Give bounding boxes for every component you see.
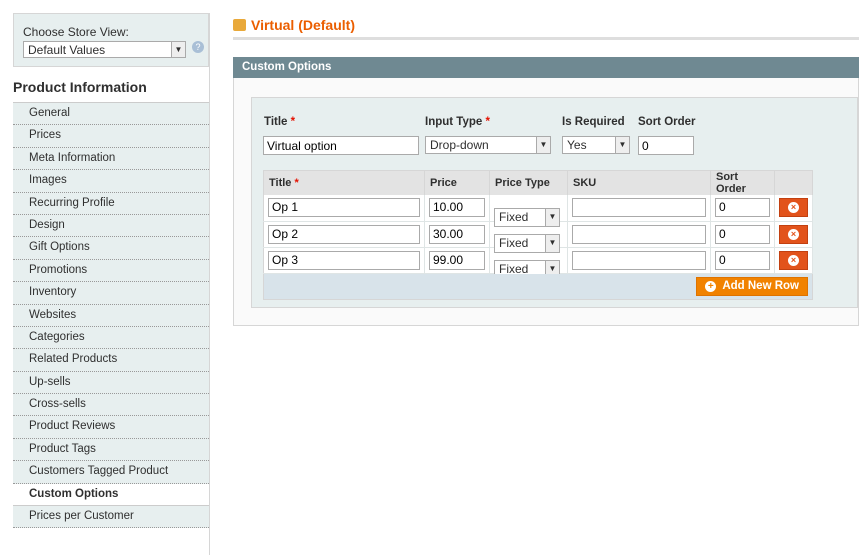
col-actions <box>774 170 813 195</box>
col-price: Price <box>424 170 490 195</box>
cell-price: 99.00 <box>424 247 490 274</box>
option-fieldset: Title * Input Type * Is Required Sort Or… <box>251 97 858 308</box>
row-sku-input[interactable] <box>572 224 706 244</box>
col-sku: SKU <box>567 170 711 195</box>
add-new-row-label: Add New Row <box>722 279 799 292</box>
cell-sku <box>567 247 711 274</box>
delete-row-button[interactable]: × <box>779 224 808 244</box>
row-sort-order-input[interactable]: 0 <box>715 250 770 270</box>
cell-price-type: Fixed ▼ <box>489 195 568 227</box>
add-new-row-button[interactable]: + Add New Row <box>696 276 808 296</box>
input-type-label: Input Type * <box>425 116 490 128</box>
table-row: Op 3 99.00 Fixed ▼ 0 × <box>263 247 813 279</box>
sidebar-item-promotions[interactable]: Promotions <box>13 259 209 283</box>
table-row: Op 2 30.00 Fixed ▼ 0 × <box>263 221 813 253</box>
sidebar-item-recurring-profile[interactable]: Recurring Profile <box>13 192 209 215</box>
col-price-type: Price Type <box>489 170 568 195</box>
plus-icon: + <box>705 280 717 292</box>
delete-row-button[interactable]: × <box>779 250 808 270</box>
sidebar-item-websites[interactable]: Websites <box>13 304 209 327</box>
help-icon[interactable]: ? <box>192 41 204 53</box>
cell-title: Op 3 <box>263 247 425 274</box>
product-box-icon <box>233 19 246 31</box>
delete-row-button[interactable]: × <box>779 198 808 218</box>
cell-sort-order: 0 <box>710 195 775 222</box>
sidebar-item-general[interactable]: General <box>13 103 209 126</box>
section-header: Custom Options <box>233 57 859 78</box>
sidebar-item-product-reviews[interactable]: Product Reviews <box>13 416 209 439</box>
sidebar-item-gift-options[interactable]: Gift Options <box>13 237 209 260</box>
input-type-select[interactable]: Drop-down ▼ <box>425 136 551 154</box>
sidebar-item-product-tags[interactable]: Product Tags <box>13 438 209 462</box>
store-switcher-label: Choose Store View: <box>23 25 129 39</box>
close-icon: × <box>788 202 799 214</box>
sidebar-item-up-sells[interactable]: Up-sells <box>13 371 209 395</box>
sidebar-item-related-products[interactable]: Related Products <box>13 349 209 372</box>
is-required-value: Yes <box>567 138 587 152</box>
sidebar-item-design[interactable]: Design <box>13 214 209 238</box>
row-sort-order-input[interactable]: 0 <box>715 224 770 244</box>
title-label: Title * <box>264 116 296 128</box>
sidebar-item-customers-tagged-product[interactable]: Customers Tagged Product <box>13 461 209 484</box>
chevron-down-icon: ▼ <box>536 137 550 153</box>
row-price-input[interactable]: 10.00 <box>429 198 485 218</box>
sidebar-item-inventory[interactable]: Inventory <box>13 282 209 305</box>
chevron-down-icon: ▼ <box>171 42 185 57</box>
divider <box>233 37 859 40</box>
row-sku-input[interactable] <box>572 250 706 270</box>
cell-sku <box>567 221 711 248</box>
sidebar-item-custom-options[interactable]: Custom Options <box>13 483 209 507</box>
sidebar: Choose Store View: Default Values ▼ ? Pro… <box>13 13 210 555</box>
sidebar-item-prices[interactable]: Prices <box>13 125 209 148</box>
sidebar-item-meta-information[interactable]: Meta Information <box>13 147 209 171</box>
row-title-input[interactable]: Op 1 <box>268 198 420 218</box>
col-title: Title * <box>263 170 425 195</box>
section-body: Title * Input Type * Is Required Sort Or… <box>233 78 859 326</box>
cell-price: 30.00 <box>424 221 490 248</box>
cell-sort-order: 0 <box>710 247 775 274</box>
cell-price: 10.00 <box>424 195 490 222</box>
row-sort-order-input[interactable]: 0 <box>715 198 770 218</box>
store-switcher: Choose Store View: Default Values ▼ ? <box>13 13 209 67</box>
cell-title: Op 2 <box>263 221 425 248</box>
cell-actions: × <box>774 221 813 248</box>
product-tabs: General Prices Meta Information Images Recur… <box>13 103 209 529</box>
page-title: Virtual (Default) <box>233 17 355 33</box>
store-view-value: Default Values <box>28 43 106 57</box>
sidebar-item-images[interactable]: Images <box>13 170 209 193</box>
sidebar-item-categories[interactable]: Categories <box>13 326 209 350</box>
option-title-input[interactable] <box>263 136 419 155</box>
is-required-select[interactable]: Yes ▼ <box>562 136 630 154</box>
sidebar-item-prices-per-customer[interactable]: Prices per Customer <box>13 506 209 529</box>
sort-order-input[interactable] <box>638 136 694 155</box>
row-sku-input[interactable] <box>572 198 706 218</box>
cell-actions: × <box>774 247 813 274</box>
row-price-input[interactable]: 99.00 <box>429 250 485 270</box>
cell-sort-order: 0 <box>710 221 775 248</box>
close-icon: × <box>788 254 799 266</box>
sidebar-heading: Product Information <box>13 67 209 103</box>
is-required-label: Is Required <box>562 116 625 128</box>
store-view-select[interactable]: Default Values ▼ <box>23 41 186 58</box>
close-icon: × <box>788 228 799 240</box>
row-price-input[interactable]: 30.00 <box>429 224 485 244</box>
row-title-input[interactable]: Op 2 <box>268 224 420 244</box>
cell-title: Op 1 <box>263 195 425 222</box>
cell-price-type: Fixed ▼ <box>489 221 568 253</box>
table-row: Op 1 10.00 Fixed ▼ 0 × <box>263 195 813 227</box>
col-sort-order: Sort Order <box>710 170 775 195</box>
cell-price-type: Fixed ▼ <box>489 247 568 279</box>
chevron-down-icon: ▼ <box>615 137 629 153</box>
row-title-input[interactable]: Op 3 <box>268 250 420 270</box>
sort-order-label: Sort Order <box>638 116 696 128</box>
option-values-table: Title * Price Price Type SKU Sort Order … <box>263 170 813 300</box>
input-type-value: Drop-down <box>430 138 489 152</box>
table-footer: + Add New Row <box>263 273 813 299</box>
cell-sku <box>567 195 711 222</box>
page-title-text: Virtual (Default) <box>251 17 355 33</box>
sidebar-item-cross-sells[interactable]: Cross-sells <box>13 394 209 417</box>
cell-actions: × <box>774 195 813 222</box>
